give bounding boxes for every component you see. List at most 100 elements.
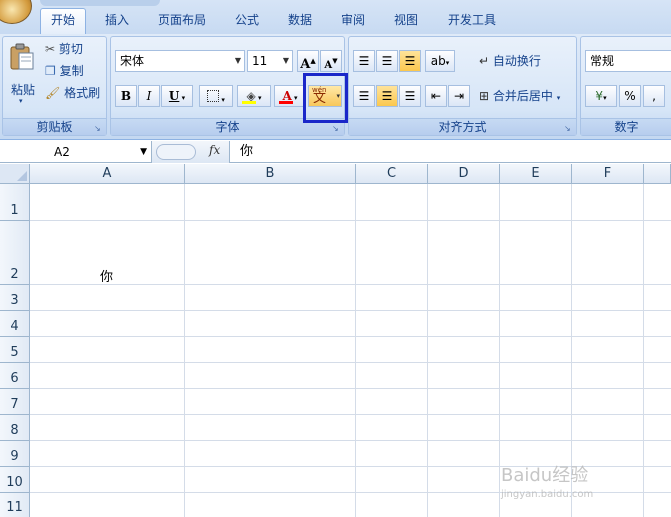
decrease-indent-icon: ⇤ (430, 89, 442, 103)
row-header-8[interactable]: 8 (0, 415, 30, 441)
increase-indent-button[interactable]: ⇥ (448, 85, 470, 107)
tab-developer[interactable]: 开发工具 (440, 9, 504, 33)
tab-insert[interactable]: 插入 (96, 9, 138, 33)
name-box[interactable]: A2 ▼ (0, 141, 152, 163)
percent-button[interactable]: % (619, 85, 641, 107)
gridline (30, 414, 671, 415)
fill-color-swatch (242, 101, 256, 104)
row-header-6[interactable]: 6 (0, 363, 30, 389)
number-format-select[interactable]: 常规 (585, 50, 671, 72)
gridline (499, 184, 500, 517)
format-painter-button[interactable]: 🖌 格式刷 (45, 83, 100, 103)
tab-review[interactable]: 审阅 (332, 9, 374, 33)
paste-dropdown-icon[interactable]: ▾ (19, 97, 23, 105)
watermark-brand: Baidu经验 (501, 465, 589, 486)
font-name-select[interactable]: 宋体 ▼ (115, 50, 245, 72)
align-top-button[interactable]: ☰ (353, 50, 375, 72)
copy-icon: ❐ (45, 64, 56, 78)
tab-page-layout[interactable]: 页面布局 (150, 9, 214, 33)
chevron-down-icon[interactable]: ▼ (140, 141, 147, 163)
column-header-e[interactable]: E (500, 164, 572, 184)
merge-center-button[interactable]: ⊞ 合并后居中 ▾ (479, 86, 560, 106)
column-header-a[interactable]: A (30, 164, 185, 184)
clipboard-group-label: 剪贴板 (3, 118, 106, 135)
insert-function-icon[interactable]: fx (209, 143, 220, 157)
column-header-g[interactable] (644, 164, 671, 184)
align-bottom-button[interactable]: ☰ (399, 50, 421, 72)
merge-cells-icon: ⊞ (479, 89, 490, 103)
align-left-button[interactable]: ☰ (353, 85, 375, 107)
number-group-label: 数字 (581, 118, 671, 135)
cut-button[interactable]: ✂ 剪切 (45, 39, 83, 59)
decrease-indent-button[interactable]: ⇤ (425, 85, 447, 107)
paintbrush-icon: 🖌 (45, 86, 61, 100)
merge-center-label: 合并后居中 (492, 89, 553, 103)
italic-button[interactable]: I (138, 85, 160, 107)
row-header-3[interactable]: 3 (0, 285, 30, 311)
office-button[interactable] (0, 0, 32, 24)
align-middle-button[interactable]: ☰ (376, 50, 398, 72)
bold-button[interactable]: B (115, 85, 137, 107)
font-name-value: 宋体 (120, 54, 145, 68)
row-header-11[interactable]: 11 (0, 493, 30, 517)
increase-indent-icon: ⇥ (453, 89, 465, 103)
tab-data[interactable]: 数据 (279, 9, 321, 33)
row-header-7[interactable]: 7 (0, 389, 30, 415)
column-header-b[interactable]: B (185, 164, 356, 184)
underline-button[interactable]: U ▾ (161, 85, 193, 107)
scissors-icon: ✂ (45, 42, 56, 56)
watermark-url: jingyan.baidu.com (501, 489, 594, 500)
font-size-select[interactable]: 11 ▼ (247, 50, 293, 72)
underline-icon: U (168, 89, 180, 103)
wrap-text-button[interactable]: ↵ 自动换行 (479, 51, 541, 71)
formula-bar: A2 ▼ fx 你 (0, 141, 671, 163)
font-size-value: 11 (252, 54, 268, 68)
select-all-button[interactable] (0, 164, 30, 184)
fill-color-button[interactable]: ◈ ▾ (237, 85, 271, 107)
row-header-2[interactable]: 2 (0, 221, 30, 285)
gridline (30, 362, 671, 363)
column-header-f[interactable]: F (572, 164, 644, 184)
gridline (643, 184, 644, 517)
alignment-dialog-launcher-icon[interactable]: ↘ (564, 124, 573, 133)
gridline (30, 388, 671, 389)
row-header-9[interactable]: 9 (0, 441, 30, 467)
tab-formulas[interactable]: 公式 (226, 9, 268, 33)
grow-font-button[interactable]: A▲ (297, 50, 319, 72)
row-header-5[interactable]: 5 (0, 337, 30, 363)
row-header-10[interactable]: 10 (0, 467, 30, 493)
align-top-icon: ☰ (358, 54, 370, 68)
font-dialog-launcher-icon[interactable]: ↘ (332, 124, 341, 133)
column-header-d[interactable]: D (428, 164, 500, 184)
clipboard-dialog-launcher-icon[interactable]: ↘ (94, 124, 103, 133)
tab-home[interactable]: 开始 (40, 8, 86, 35)
formula-input[interactable]: 你 (240, 141, 253, 163)
currency-button[interactable]: ¥▾ (585, 85, 617, 107)
comma-icon: , (652, 89, 656, 103)
cut-label: 剪切 (58, 42, 83, 56)
comma-button[interactable]: , (643, 85, 665, 107)
paste-button[interactable]: 粘贴 ▾ (7, 41, 37, 105)
align-center-button[interactable]: ☰ (376, 85, 398, 107)
highlight-annotation-frame (303, 73, 348, 123)
alignment-group-label: 对齐方式 (349, 118, 576, 135)
column-header-c[interactable]: C (356, 164, 428, 184)
format-painter-label: 格式刷 (64, 86, 101, 100)
number-group: 常规 ¥▾ % , 数字 (580, 36, 671, 136)
align-right-button[interactable]: ☰ (399, 85, 421, 107)
gridline (30, 310, 671, 311)
shrink-font-button[interactable]: A▼ (320, 50, 342, 72)
clipboard-group: 粘贴 ▾ ✂ 剪切 ❐ 复制 🖌 格式刷 剪贴板 ↘ (2, 36, 107, 136)
chevron-down-icon[interactable]: ▾ (557, 94, 561, 102)
border-button[interactable]: ▾ (199, 85, 233, 107)
tab-view[interactable]: 视图 (385, 9, 427, 33)
copy-button[interactable]: ❐ 复制 (45, 61, 84, 81)
row-header-4[interactable]: 4 (0, 311, 30, 337)
gridline (30, 284, 671, 285)
formula-tools: fx (152, 141, 230, 163)
cell-a2[interactable]: 你 (100, 266, 113, 285)
worksheet-grid[interactable]: A B C D E F 1 2 3 4 5 6 7 8 9 10 11 你 Ba… (0, 164, 671, 517)
font-color-button[interactable]: A ▾ (274, 85, 306, 107)
orientation-button[interactable]: ab▾ (425, 50, 455, 72)
row-header-1[interactable]: 1 (0, 184, 30, 221)
